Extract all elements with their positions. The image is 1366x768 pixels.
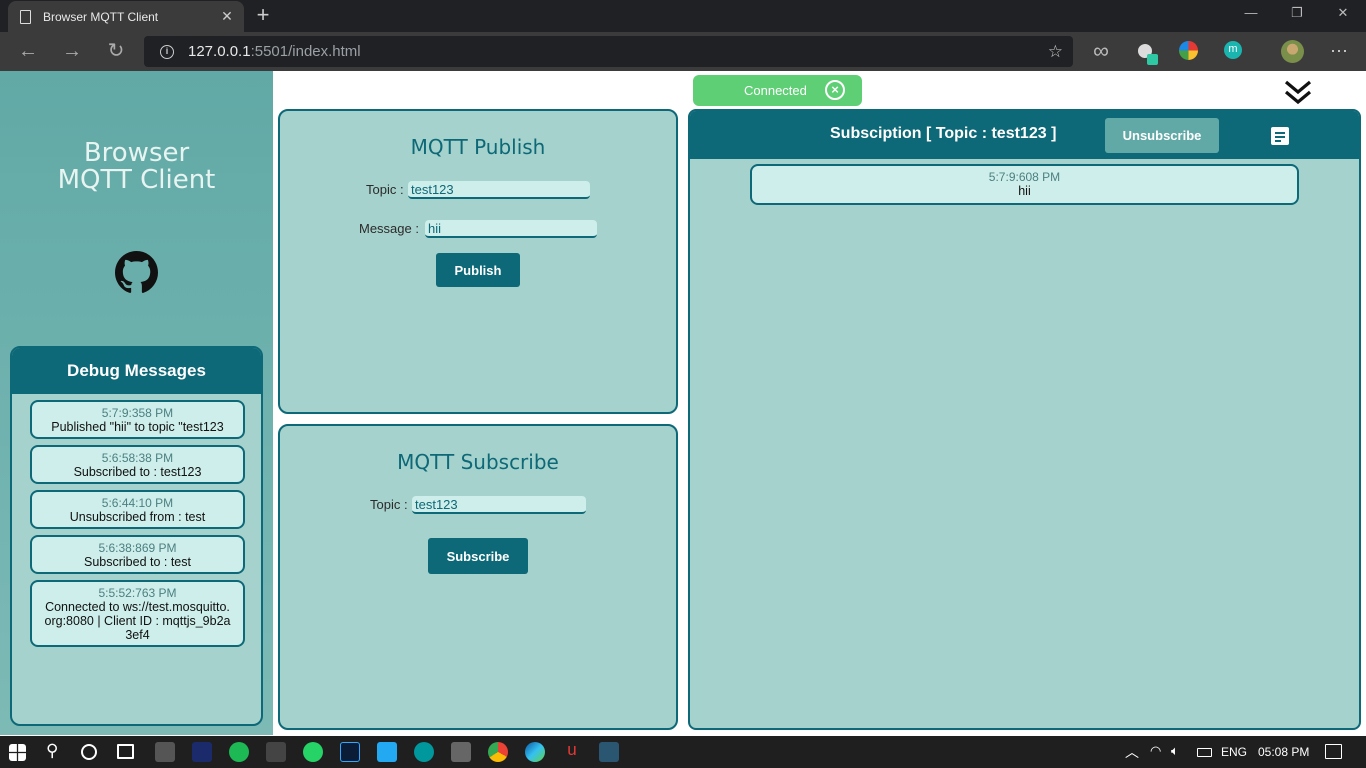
sidebar: Browser MQTT Client Debug Messages 5:7:9… bbox=[0, 71, 273, 735]
refresh-icon[interactable]: ↻ bbox=[104, 40, 128, 64]
debug-message-text: Published "hii" to topic "test123 bbox=[51, 420, 224, 434]
language-indicator[interactable]: ENG bbox=[1221, 745, 1247, 759]
subscription-message: 5:7:9:608 PM hii bbox=[750, 164, 1299, 205]
more-menu-icon[interactable]: ⋯ bbox=[1327, 40, 1351, 64]
windows-taskbar: ⚲ u ︿ ◠ 🔈︎ ENG 05:08 PM bbox=[0, 736, 1366, 768]
debug-message-item: 5:6:44:10 PM Unsubscribed from : test bbox=[30, 490, 245, 529]
connection-status: Connected × bbox=[693, 75, 862, 106]
page-body: Browser MQTT Client Debug Messages 5:7:9… bbox=[0, 71, 1366, 735]
connection-status-label: Connected bbox=[744, 83, 807, 98]
unity-app-icon[interactable]: u bbox=[562, 740, 582, 760]
chrome-icon[interactable] bbox=[488, 742, 508, 762]
edge-icon[interactable] bbox=[525, 742, 545, 762]
tool-app-icon[interactable] bbox=[451, 742, 471, 762]
clock[interactable]: 05:08 PM bbox=[1258, 745, 1309, 759]
subscription-panel: Subsciption [ Topic : test123 ] Unsubscr… bbox=[688, 109, 1361, 730]
new-tab-icon[interactable]: + bbox=[254, 3, 272, 27]
infinity-extension-icon[interactable]: ∞ bbox=[1089, 40, 1113, 64]
subscribe-topic-label: Topic : bbox=[370, 497, 408, 512]
arduino-icon[interactable] bbox=[414, 742, 434, 762]
debug-message-item: 5:7:9:358 PM Published "hii" to topic "t… bbox=[30, 400, 245, 439]
profile-avatar[interactable] bbox=[1281, 40, 1304, 63]
debug-message-time: 5:5:52:763 PM bbox=[98, 586, 177, 600]
task-view-icon[interactable] bbox=[117, 744, 134, 759]
subscription-header: Subsciption [ Topic : test123 ] Unsubscr… bbox=[690, 111, 1359, 159]
github-icon[interactable] bbox=[115, 251, 158, 294]
debug-message-item: 5:6:38:869 PM Subscribed to : test bbox=[30, 535, 245, 574]
spotify-icon[interactable] bbox=[229, 742, 249, 762]
subscription-message-text: hii bbox=[1018, 184, 1031, 198]
volume-icon[interactable]: 🔈︎ bbox=[1171, 743, 1179, 759]
address-bar[interactable]: i 127.0.0.1 :5501/index.html ☆ bbox=[144, 36, 1073, 67]
publish-title: MQTT Publish bbox=[410, 135, 546, 159]
browser-toolbar: ← → ↻ i 127.0.0.1 :5501/index.html ☆ ∞ m… bbox=[0, 32, 1366, 71]
debug-message-time: 5:6:38:869 PM bbox=[98, 541, 177, 555]
subscribe-title: MQTT Subscribe bbox=[397, 450, 559, 474]
extension-badge-icon bbox=[1147, 54, 1158, 65]
url-path: :5501/index.html bbox=[250, 43, 361, 60]
brand-title: Browser MQTT Client bbox=[0, 140, 273, 194]
video-app-icon[interactable] bbox=[266, 742, 286, 762]
publish-topic-input[interactable] bbox=[408, 181, 590, 199]
browser-titlebar: Browser MQTT Client ✕ + — ❐ ✕ bbox=[0, 0, 1366, 32]
debug-messages-list: 5:7:9:358 PM Published "hii" to topic "t… bbox=[30, 400, 245, 653]
site-info-icon[interactable]: i bbox=[160, 44, 174, 59]
notifications-icon[interactable] bbox=[1325, 744, 1342, 759]
publish-button[interactable]: Publish bbox=[436, 253, 520, 287]
double-chevron-down-icon[interactable] bbox=[1283, 77, 1313, 107]
tray-chevron-icon[interactable]: ︿ bbox=[1125, 742, 1139, 762]
publish-message-label: Message : bbox=[359, 221, 419, 236]
debug-message-time: 5:6:58:38 PM bbox=[101, 451, 174, 465]
tab-close-icon[interactable]: ✕ bbox=[220, 8, 234, 25]
brand-line-2: MQTT Client bbox=[57, 165, 216, 195]
minimize-icon[interactable]: — bbox=[1241, 5, 1261, 20]
restore-icon[interactable]: ❐ bbox=[1287, 5, 1307, 21]
terminal-icon[interactable] bbox=[155, 742, 175, 762]
publish-card: MQTT Publish Topic : Message : Publish bbox=[278, 109, 678, 414]
photoshop-icon[interactable] bbox=[340, 742, 360, 762]
battery-icon[interactable] bbox=[1197, 748, 1212, 757]
subscribe-topic-input[interactable] bbox=[412, 496, 586, 514]
subscription-message-time: 5:7:9:608 PM bbox=[988, 170, 1061, 184]
debug-message-item: 5:5:52:763 PM Connected to ws://test.mos… bbox=[30, 580, 245, 647]
debug-message-item: 5:6:58:38 PM Subscribed to : test123 bbox=[30, 445, 245, 484]
search-icon[interactable]: ⚲ bbox=[46, 741, 58, 761]
unsubscribe-button[interactable]: Unsubscribe bbox=[1105, 118, 1219, 153]
debug-messages-title: Debug Messages bbox=[12, 348, 261, 394]
debug-message-time: 5:7:9:358 PM bbox=[101, 406, 174, 420]
publish-message-input[interactable] bbox=[425, 220, 597, 238]
forward-icon[interactable]: → bbox=[60, 40, 84, 64]
node-red-icon[interactable] bbox=[599, 742, 619, 762]
disconnect-icon[interactable]: × bbox=[825, 80, 845, 100]
favorite-star-icon[interactable]: ☆ bbox=[1048, 42, 1063, 62]
publish-topic-label: Topic : bbox=[366, 182, 404, 197]
subscribe-card: MQTT Subscribe Topic : Subscribe bbox=[278, 424, 678, 730]
cortana-icon[interactable] bbox=[81, 744, 97, 760]
debug-message-text: Subscribed to : test bbox=[83, 555, 191, 569]
debug-messages-panel: Debug Messages 5:7:9:358 PM Published "h… bbox=[10, 346, 263, 726]
subscribe-button[interactable]: Subscribe bbox=[428, 538, 528, 574]
color-extension-icon[interactable] bbox=[1179, 41, 1198, 60]
windows-start-icon[interactable] bbox=[9, 744, 26, 761]
tab-title: Browser MQTT Client bbox=[43, 9, 159, 24]
debug-message-text: Connected to ws://test.mosquitto.org:808… bbox=[44, 600, 231, 642]
window-close-icon[interactable]: ✕ bbox=[1333, 5, 1353, 21]
amazon-music-icon[interactable] bbox=[192, 742, 212, 762]
m-extension-icon[interactable]: m bbox=[1224, 41, 1242, 59]
wifi-icon[interactable]: ◠ bbox=[1150, 743, 1161, 759]
browser-tab[interactable]: Browser MQTT Client ✕ bbox=[8, 1, 244, 32]
notes-icon[interactable] bbox=[1271, 127, 1289, 145]
vscode-icon[interactable] bbox=[377, 742, 397, 762]
url-host: 127.0.0.1 bbox=[188, 43, 251, 60]
document-icon bbox=[20, 9, 31, 24]
debug-message-text: Subscribed to : test123 bbox=[73, 465, 202, 479]
debug-message-text: Unsubscribed from : test bbox=[69, 510, 206, 524]
whatsapp-icon[interactable] bbox=[303, 742, 323, 762]
subscription-title: Subsciption [ Topic : test123 ] bbox=[830, 125, 1057, 142]
brand-line-1: Browser bbox=[83, 138, 190, 168]
debug-message-time: 5:6:44:10 PM bbox=[101, 496, 174, 510]
back-icon[interactable]: ← bbox=[16, 40, 40, 64]
